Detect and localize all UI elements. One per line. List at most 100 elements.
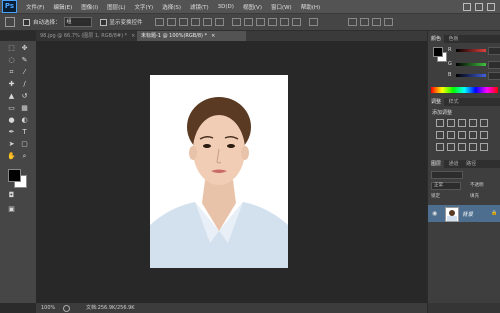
distribute-right-icon[interactable] (291, 18, 301, 26)
distribute-left-icon[interactable] (267, 18, 277, 26)
minimize-icon[interactable] (463, 2, 471, 11)
blur-tool-icon[interactable]: ● (7, 116, 16, 125)
marquee-tool-icon[interactable]: ⬚ (7, 44, 16, 53)
green-slider[interactable] (456, 63, 486, 66)
pen-tool-icon[interactable]: ✒ (7, 128, 16, 137)
tab-swatches[interactable]: 色板 (446, 35, 462, 43)
screen-mode-icon[interactable]: ▣ (7, 205, 16, 214)
vibrance-adjust-icon[interactable] (480, 119, 488, 127)
eye-icon[interactable]: ◉ (432, 210, 437, 217)
close-icon[interactable]: × (211, 33, 215, 39)
menu-type[interactable]: 文字(Y) (135, 3, 154, 11)
3d-pan-icon[interactable] (383, 18, 393, 26)
tab-channels[interactable]: 通道 (446, 160, 462, 168)
shape-tool-icon[interactable]: ▢ (20, 140, 29, 149)
curves-adjust-icon[interactable] (458, 119, 466, 127)
zoom-level[interactable]: 100% (41, 303, 55, 313)
move-tool-icon[interactable]: ✥ (20, 44, 29, 53)
align-bottom-icon[interactable] (178, 18, 188, 26)
color-spectrum-bar[interactable] (431, 87, 498, 93)
menu-edit[interactable]: 编辑(E) (53, 3, 72, 11)
move-tool-preset-icon[interactable] (5, 17, 15, 27)
crop-tool-icon[interactable]: ⌗ (7, 68, 16, 77)
tab-paths[interactable]: 路径 (463, 160, 479, 168)
invert-adjust-icon[interactable] (436, 143, 444, 151)
levels-adjust-icon[interactable] (447, 119, 455, 127)
menu-layer[interactable]: 图层(L) (107, 3, 125, 11)
gradient-tool-icon[interactable]: ▦ (20, 104, 29, 113)
distribute-vcenter-icon[interactable] (243, 18, 253, 26)
align-hcenter-icon[interactable] (202, 18, 212, 26)
channel-mixer-adjust-icon[interactable] (480, 131, 488, 139)
distribute-bottom-icon[interactable] (255, 18, 265, 26)
dodge-tool-icon[interactable]: ◐ (20, 116, 29, 125)
hand-tool-icon[interactable]: ✋ (7, 152, 16, 161)
distribute-hcenter-icon[interactable] (279, 18, 289, 26)
eraser-tool-icon[interactable]: ▭ (7, 104, 16, 113)
zoom-tool-icon[interactable]: ⌕ (20, 152, 29, 161)
foreground-color-swatch[interactable] (8, 169, 21, 182)
tab-color[interactable]: 颜色 (428, 35, 445, 43)
menu-filter[interactable]: 滤镜(T) (190, 3, 209, 11)
eyedropper-tool-icon[interactable]: ⁄ (20, 68, 29, 77)
blue-value-field[interactable] (488, 72, 500, 80)
layer-filter-kind[interactable] (431, 171, 463, 179)
red-slider[interactable] (456, 49, 486, 52)
show-transform-checkbox[interactable] (99, 18, 107, 26)
align-top-icon[interactable] (154, 18, 164, 26)
tab-untitled-1[interactable]: 未标题-1 @ 100%(RGB/8) * × (137, 31, 246, 41)
maximize-icon[interactable] (475, 2, 483, 11)
color-balance-adjust-icon[interactable] (447, 131, 455, 139)
menu-select[interactable]: 选择(S) (162, 3, 181, 11)
exposure-adjust-icon[interactable] (469, 119, 477, 127)
photo-filter-adjust-icon[interactable] (469, 131, 477, 139)
quick-select-tool-icon[interactable]: ✎ (20, 56, 29, 65)
healing-brush-tool-icon[interactable]: ✚ (7, 80, 16, 89)
green-value-field[interactable] (488, 61, 500, 69)
tab-adjustments[interactable]: 调整 (428, 98, 445, 106)
posterize-adjust-icon[interactable] (447, 143, 455, 151)
tab-layers[interactable]: 图层 (428, 160, 445, 168)
3d-rotate-icon[interactable] (359, 18, 369, 26)
clone-stamp-tool-icon[interactable]: ▲ (7, 92, 16, 101)
history-brush-tool-icon[interactable]: ↺ (20, 92, 29, 101)
align-vcenter-icon[interactable] (166, 18, 176, 26)
black-white-adjust-icon[interactable] (458, 131, 466, 139)
gradient-map-adjust-icon[interactable] (469, 143, 477, 151)
menu-image[interactable]: 图像(I) (81, 3, 98, 11)
close-icon[interactable] (487, 2, 495, 11)
blue-slider[interactable] (456, 74, 486, 77)
align-left-icon[interactable] (190, 18, 200, 26)
menu-view[interactable]: 视图(V) (243, 3, 262, 11)
hue-saturation-adjust-icon[interactable] (436, 131, 444, 139)
close-icon[interactable]: × (131, 33, 135, 39)
auto-select-dropdown[interactable]: 组 (63, 17, 92, 27)
distribute-top-icon[interactable] (231, 18, 241, 26)
brightness-adjust-icon[interactable] (436, 119, 444, 127)
blend-mode-select[interactable]: 正常 (431, 182, 461, 190)
selective-color-adjust-icon[interactable] (480, 143, 488, 151)
path-select-tool-icon[interactable]: ➤ (7, 140, 16, 149)
foreground-color-swatch[interactable] (433, 47, 443, 57)
auto-select-checkbox[interactable] (23, 18, 30, 26)
status-info-icon[interactable] (63, 305, 70, 312)
quick-mask-icon[interactable]: ◘ (7, 191, 16, 200)
tab-styles[interactable]: 样式 (446, 98, 462, 106)
lasso-tool-icon[interactable]: ◌ (7, 56, 16, 65)
menu-window[interactable]: 窗口(W) (271, 3, 292, 11)
menu-file[interactable]: 文件(F) (26, 3, 44, 11)
document-canvas[interactable] (150, 75, 288, 268)
3d-roll-icon[interactable] (371, 18, 381, 26)
type-tool-icon[interactable]: T (20, 128, 29, 137)
menu-help[interactable]: 帮助(H) (301, 3, 320, 11)
threshold-adjust-icon[interactable] (458, 143, 466, 151)
color-panel-tabs: 颜色 色板 (428, 35, 500, 43)
auto-align-icon[interactable] (308, 18, 318, 26)
menu-3d[interactable]: 3D(D) (218, 4, 234, 10)
tab-98-jpg[interactable]: 98.jpg @ 66.7% (图层 1, RGB/8#) * × (36, 31, 140, 41)
align-right-icon[interactable] (214, 18, 224, 26)
red-value-field[interactable] (488, 47, 500, 55)
layer-row-background[interactable]: ◉ 背景 🔒 (428, 205, 500, 222)
brush-tool-icon[interactable]: ∕ (20, 80, 29, 89)
3d-mode-icon[interactable] (347, 18, 357, 26)
